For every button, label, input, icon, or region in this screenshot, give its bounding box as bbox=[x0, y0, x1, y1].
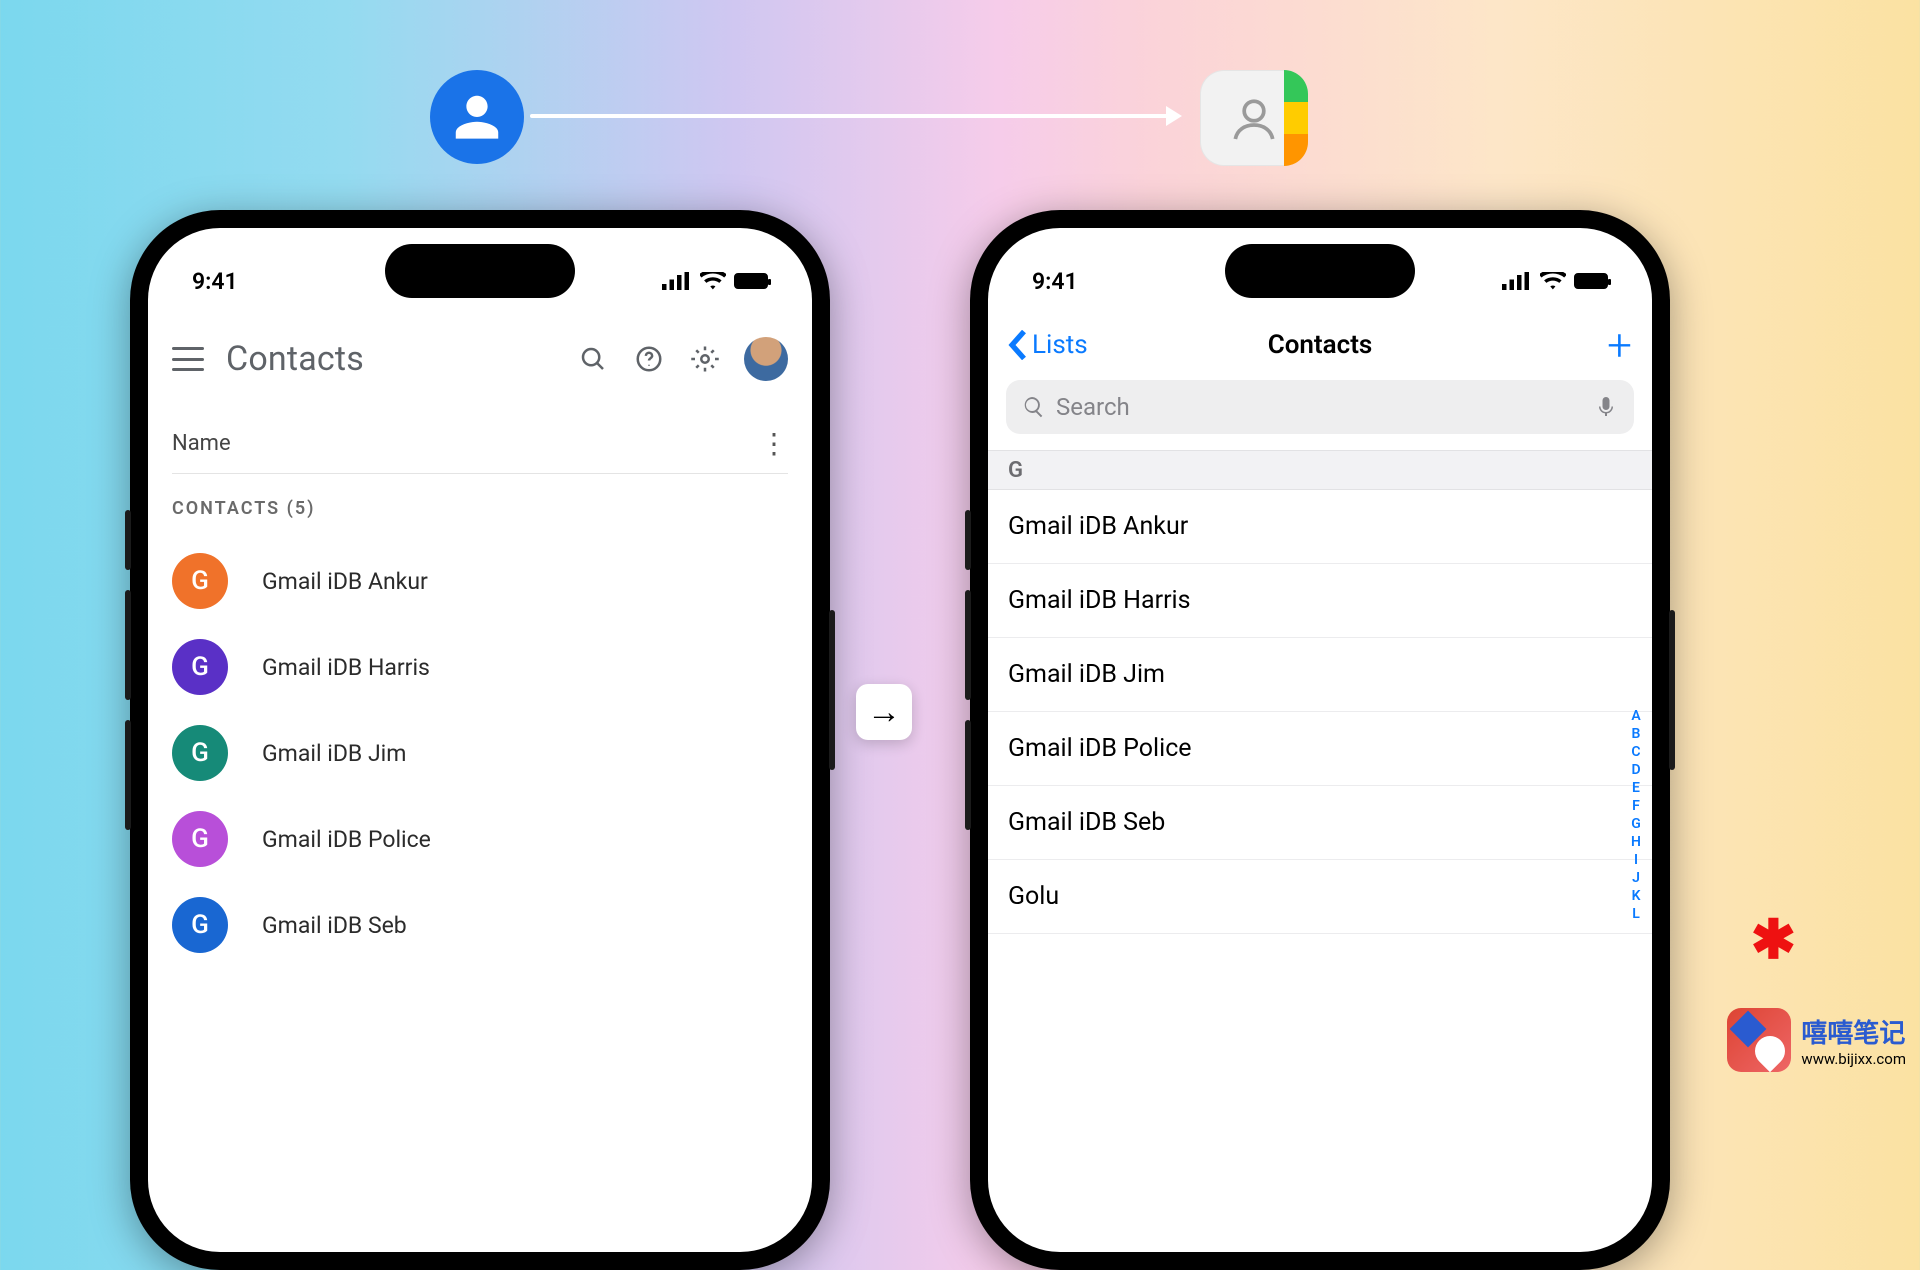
profile-avatar[interactable] bbox=[744, 337, 788, 381]
dictate-icon bbox=[1594, 395, 1618, 419]
add-contact-button[interactable]: + bbox=[1607, 332, 1632, 358]
index-letter[interactable]: H bbox=[1631, 834, 1641, 850]
cellular-icon bbox=[662, 272, 692, 290]
contact-row[interactable]: G Gmail iDB Jim bbox=[172, 710, 788, 796]
contact-row[interactable]: G Gmail iDB Ankur bbox=[172, 538, 788, 624]
gear-icon[interactable] bbox=[688, 342, 722, 376]
watermark-name: 嘻嘻笔记 bbox=[1801, 1013, 1906, 1050]
arrow-line bbox=[530, 114, 1170, 118]
menu-icon[interactable] bbox=[172, 347, 204, 371]
contact-avatar: G bbox=[172, 725, 228, 781]
index-letter[interactable]: B bbox=[1632, 726, 1641, 742]
contact-row[interactable]: Gmail iDB Harris bbox=[988, 564, 1652, 638]
highlight-asterisk: ✱ bbox=[1751, 908, 1796, 972]
transfer-illustration bbox=[0, 70, 1920, 160]
index-letter[interactable]: L bbox=[1632, 906, 1640, 922]
app-title: Contacts bbox=[226, 339, 364, 379]
phone-ios-contacts: 9:41 Lists Contacts + Search G Gmail iDB… bbox=[970, 210, 1670, 1270]
contact-name: Gmail iDB Harris bbox=[262, 654, 430, 681]
phone-google-contacts: 9:41 Contacts Name CONTACTS (5) G Gmail … bbox=[130, 210, 830, 1270]
index-letter[interactable]: F bbox=[1632, 798, 1640, 814]
contact-row[interactable]: Gmail iDB Police bbox=[988, 712, 1652, 786]
status-time: 9:41 bbox=[1032, 268, 1078, 295]
index-letter[interactable]: G bbox=[1631, 816, 1641, 832]
dynamic-island bbox=[1225, 244, 1415, 298]
contact-name: Gmail iDB Ankur bbox=[262, 568, 428, 595]
contact-row[interactable]: G Gmail iDB Seb bbox=[172, 882, 788, 968]
contact-avatar: G bbox=[172, 639, 228, 695]
wifi-icon bbox=[1540, 272, 1566, 290]
contact-name: Gmail iDB Jim bbox=[262, 740, 406, 767]
contact-avatar: G bbox=[172, 897, 228, 953]
watermark-url: www.bijixx.com bbox=[1801, 1050, 1906, 1068]
contact-row[interactable]: G Gmail iDB Harris bbox=[172, 624, 788, 710]
battery-icon bbox=[1574, 273, 1608, 289]
index-letter[interactable]: K bbox=[1632, 888, 1641, 904]
ios-contacts-list: Gmail iDB AnkurGmail iDB HarrisGmail iDB… bbox=[988, 490, 1652, 934]
wifi-icon bbox=[700, 272, 726, 290]
index-letter[interactable]: C bbox=[1631, 744, 1640, 760]
contact-avatar: G bbox=[172, 811, 228, 867]
status-time: 9:41 bbox=[192, 268, 238, 295]
google-contacts-icon bbox=[430, 70, 524, 164]
index-letter[interactable]: A bbox=[1631, 708, 1640, 724]
contact-row[interactable]: Gmail iDB Jim bbox=[988, 638, 1652, 712]
contact-row[interactable]: G Gmail iDB Police bbox=[172, 796, 788, 882]
watermark-logo bbox=[1727, 1008, 1791, 1072]
watermark: 嘻嘻笔记 www.bijixx.com bbox=[1727, 1008, 1906, 1072]
column-name-label: Name bbox=[172, 431, 231, 456]
contact-name: Gmail iDB Seb bbox=[262, 912, 407, 939]
help-icon[interactable] bbox=[632, 342, 666, 376]
section-header: G bbox=[988, 450, 1652, 490]
back-button[interactable]: Lists bbox=[1008, 330, 1088, 360]
search-icon[interactable] bbox=[576, 342, 610, 376]
back-label: Lists bbox=[1032, 330, 1088, 360]
ios-contacts-icon bbox=[1200, 70, 1308, 166]
chevron-left-icon bbox=[1008, 330, 1028, 360]
contact-row[interactable]: Gmail iDB Seb bbox=[988, 786, 1652, 860]
index-letter[interactable]: I bbox=[1634, 852, 1638, 868]
search-placeholder: Search bbox=[1056, 393, 1584, 421]
battery-icon bbox=[734, 273, 768, 289]
contact-avatar: G bbox=[172, 553, 228, 609]
overflow-menu-icon[interactable] bbox=[760, 441, 788, 447]
search-icon bbox=[1022, 395, 1046, 419]
nav-title: Contacts bbox=[1268, 330, 1373, 360]
index-letter[interactable]: D bbox=[1631, 762, 1640, 778]
contacts-count-label: CONTACTS (5) bbox=[172, 498, 315, 519]
search-field[interactable]: Search bbox=[1006, 380, 1634, 434]
contact-name: Gmail iDB Police bbox=[262, 826, 431, 853]
arrow-right-icon: → bbox=[856, 684, 912, 740]
contact-row[interactable]: Gmail iDB Ankur bbox=[988, 490, 1652, 564]
index-letter[interactable]: E bbox=[1632, 780, 1640, 796]
index-letter[interactable]: J bbox=[1632, 870, 1640, 886]
google-contacts-list: G Gmail iDB AnkurG Gmail iDB HarrisG Gma… bbox=[172, 538, 788, 968]
alpha-index[interactable]: ABCDEFGHIJKL bbox=[1626, 708, 1646, 922]
cellular-icon bbox=[1502, 272, 1532, 290]
contact-row[interactable]: Golu bbox=[988, 860, 1652, 934]
dynamic-island bbox=[385, 244, 575, 298]
